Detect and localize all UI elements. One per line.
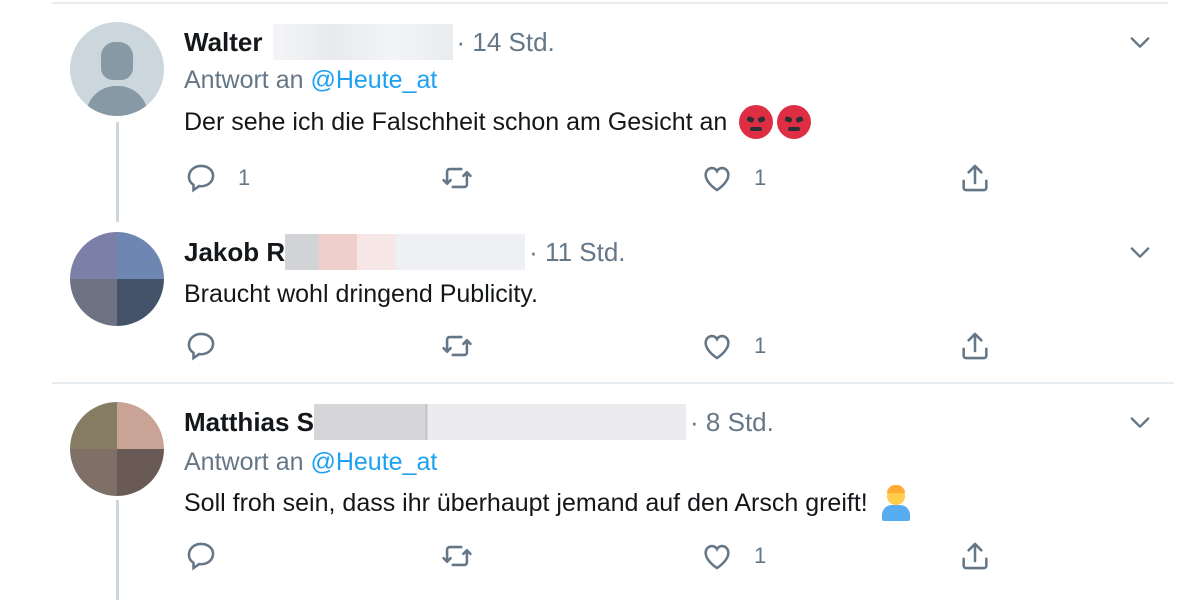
action-bar: 1 bbox=[184, 326, 1004, 366]
retweet-button[interactable] bbox=[440, 326, 494, 366]
timestamp[interactable]: · 11 Std. bbox=[529, 237, 625, 268]
tweet-text-content: Braucht wohl dringend Publicity. bbox=[184, 279, 538, 308]
like-count: 1 bbox=[754, 333, 767, 358]
reply-to-line: Antwort an @Heute_at bbox=[184, 66, 437, 95]
avatar[interactable] bbox=[70, 402, 164, 496]
retweet-button[interactable] bbox=[440, 158, 494, 198]
share-button[interactable] bbox=[958, 326, 992, 366]
like-icon bbox=[704, 166, 730, 192]
like-count: 1 bbox=[754, 165, 767, 190]
retweet-button[interactable] bbox=[440, 536, 494, 576]
like-icon bbox=[704, 544, 730, 570]
share-icon bbox=[962, 332, 988, 360]
like-button[interactable]: 1 bbox=[700, 158, 766, 198]
tweet-text: Soll froh sein, dass ihr überhaupt jeman… bbox=[184, 484, 914, 522]
mention-link[interactable]: @Heute_at bbox=[310, 448, 437, 476]
tweet-text-content: Der sehe ich die Falschheit schon am Ges… bbox=[184, 107, 728, 136]
tweet[interactable]: Walter · 14 Std. Antwort an @Heute_at De… bbox=[0, 0, 1200, 220]
avatar[interactable] bbox=[70, 22, 164, 116]
chevron-down-icon[interactable] bbox=[1126, 238, 1154, 266]
share-button[interactable] bbox=[958, 158, 992, 198]
share-icon bbox=[962, 542, 988, 570]
like-button[interactable]: 1 bbox=[700, 326, 766, 366]
reply-prefix: Antwort an bbox=[184, 66, 311, 94]
default-avatar-body-icon bbox=[86, 86, 148, 116]
reply-count: 1 bbox=[238, 165, 251, 190]
share-button[interactable] bbox=[958, 536, 992, 576]
reply-button[interactable]: 1 bbox=[184, 158, 250, 198]
action-bar: 1 1 bbox=[184, 158, 1004, 198]
chevron-down-icon[interactable] bbox=[1126, 408, 1154, 436]
reply-button[interactable] bbox=[184, 536, 238, 576]
retweet-icon bbox=[442, 545, 472, 567]
display-name[interactable]: Jakob R bbox=[184, 237, 285, 268]
default-avatar-head-icon bbox=[101, 42, 133, 80]
chevron-down-icon[interactable] bbox=[1126, 28, 1154, 56]
tweet-text: Der sehe ich die Falschheit schon am Ges… bbox=[184, 104, 812, 140]
tweet[interactable]: Jakob R · 11 Std. Braucht wohl dringend … bbox=[0, 220, 1200, 380]
like-button[interactable]: 1 bbox=[700, 536, 766, 576]
angry-face-emoji bbox=[739, 105, 774, 139]
reply-icon bbox=[187, 542, 215, 571]
mention-link[interactable]: @Heute_at bbox=[310, 66, 437, 94]
tweet-text-content: Soll froh sein, dass ihr überhaupt jeman… bbox=[184, 488, 868, 517]
reply-button[interactable] bbox=[184, 326, 238, 366]
timestamp[interactable]: · 8 Std. bbox=[690, 407, 774, 438]
redacted-handle bbox=[285, 234, 526, 270]
timestamp[interactable]: · 14 Std. bbox=[457, 27, 555, 58]
tweet-header: Walter · 14 Std. bbox=[184, 24, 555, 60]
reply-prefix: Antwort an bbox=[184, 448, 311, 476]
display-name[interactable]: Walter bbox=[184, 27, 263, 58]
avatar[interactable] bbox=[70, 232, 164, 326]
farmer-emoji bbox=[878, 485, 914, 521]
retweet-icon bbox=[442, 335, 472, 357]
tweet[interactable]: Matthias S · 8 Std. Antwort an @Heute_at… bbox=[0, 384, 1200, 600]
display-name[interactable]: Matthias S bbox=[184, 407, 314, 438]
reply-icon bbox=[187, 332, 215, 361]
like-icon bbox=[704, 334, 730, 360]
tweet-text: Braucht wohl dringend Publicity. bbox=[184, 276, 538, 312]
like-count: 1 bbox=[754, 543, 767, 568]
reply-to-line: Antwort an @Heute_at bbox=[184, 448, 437, 477]
retweet-icon bbox=[442, 167, 472, 189]
tweet-header: Matthias S · 8 Std. bbox=[184, 404, 774, 440]
tweet-header: Jakob R · 11 Std. bbox=[184, 234, 626, 270]
action-bar: 1 bbox=[184, 536, 1004, 576]
reply-icon bbox=[187, 164, 215, 193]
redacted-handle bbox=[314, 404, 687, 440]
redacted-handle bbox=[272, 24, 453, 60]
share-icon bbox=[962, 164, 988, 192]
angry-face-emoji bbox=[777, 105, 812, 139]
